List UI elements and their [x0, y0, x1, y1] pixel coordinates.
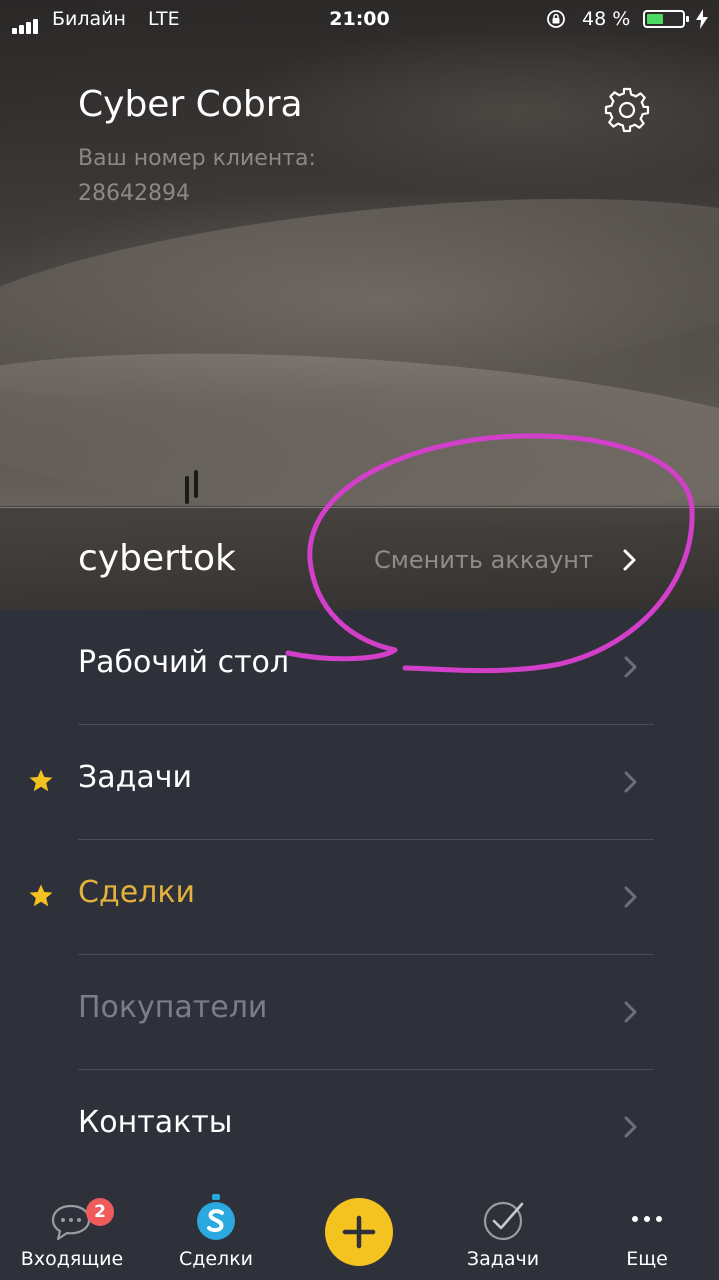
menu-item-desktop[interactable]: Рабочий стол	[0, 610, 719, 725]
account-row[interactable]: cybertok Сменить аккаунт	[0, 508, 719, 610]
menu-item-deals[interactable]: Сделки	[0, 840, 719, 955]
switch-account-button[interactable]: Сменить аккаунт	[374, 546, 593, 574]
tab-tasks[interactable]: Задачи	[450, 1180, 556, 1280]
tab-label: Входящие	[20, 1248, 124, 1270]
status-bar: Билайн LTE 21:00 48 %	[0, 0, 719, 40]
client-number: 28642894	[78, 181, 190, 206]
tab-deals[interactable]: Сделки	[166, 1180, 266, 1280]
more-dots-icon	[632, 1216, 662, 1222]
menu-item-contacts[interactable]: Контакты	[0, 1070, 719, 1185]
chevron-right-icon	[624, 886, 637, 908]
checkmark-circle-icon	[483, 1201, 524, 1241]
profile-name: Cyber Cobra	[78, 84, 303, 125]
navigation-menu: Рабочий стол Задачи Сделки Покупатели Ко…	[0, 610, 719, 1185]
menu-item-label: Рабочий стол	[78, 645, 290, 680]
battery-percent: 48 %	[582, 8, 631, 30]
menu-item-label: Задачи	[78, 760, 192, 795]
tab-label: Задачи	[466, 1248, 540, 1270]
tab-label: Еще	[626, 1248, 668, 1270]
orientation-lock-icon	[547, 10, 565, 28]
tab-inbox[interactable]: 2 Входящие	[12, 1180, 132, 1280]
menu-item-label: Сделки	[78, 875, 195, 910]
charging-icon	[696, 9, 708, 29]
chevron-right-icon	[624, 1116, 637, 1138]
chevron-right-icon	[624, 1001, 637, 1023]
chevron-right-icon	[624, 656, 637, 678]
people-silhouette	[185, 470, 205, 510]
account-name: cybertok	[78, 538, 236, 579]
star-icon	[29, 884, 53, 907]
deals-dollar-icon	[197, 1194, 235, 1240]
chevron-right-icon	[624, 771, 637, 793]
battery-level	[647, 14, 663, 24]
menu-item-label: Контакты	[78, 1105, 233, 1140]
star-icon	[29, 769, 53, 792]
menu-item-label: Покупатели	[78, 990, 268, 1025]
tab-label: Сделки	[178, 1248, 254, 1270]
battery-icon	[643, 10, 689, 28]
gear-icon[interactable]	[603, 86, 651, 134]
tab-more[interactable]: Еще	[600, 1180, 694, 1280]
add-button[interactable]	[325, 1198, 393, 1266]
unread-badge: 2	[86, 1198, 114, 1226]
menu-item-tasks[interactable]: Задачи	[0, 725, 719, 840]
menu-item-buyers[interactable]: Покупатели	[0, 955, 719, 1070]
client-number-label: Ваш номер клиента:	[78, 146, 316, 171]
chevron-right-icon[interactable]	[620, 546, 640, 574]
plus-icon	[342, 1215, 376, 1249]
